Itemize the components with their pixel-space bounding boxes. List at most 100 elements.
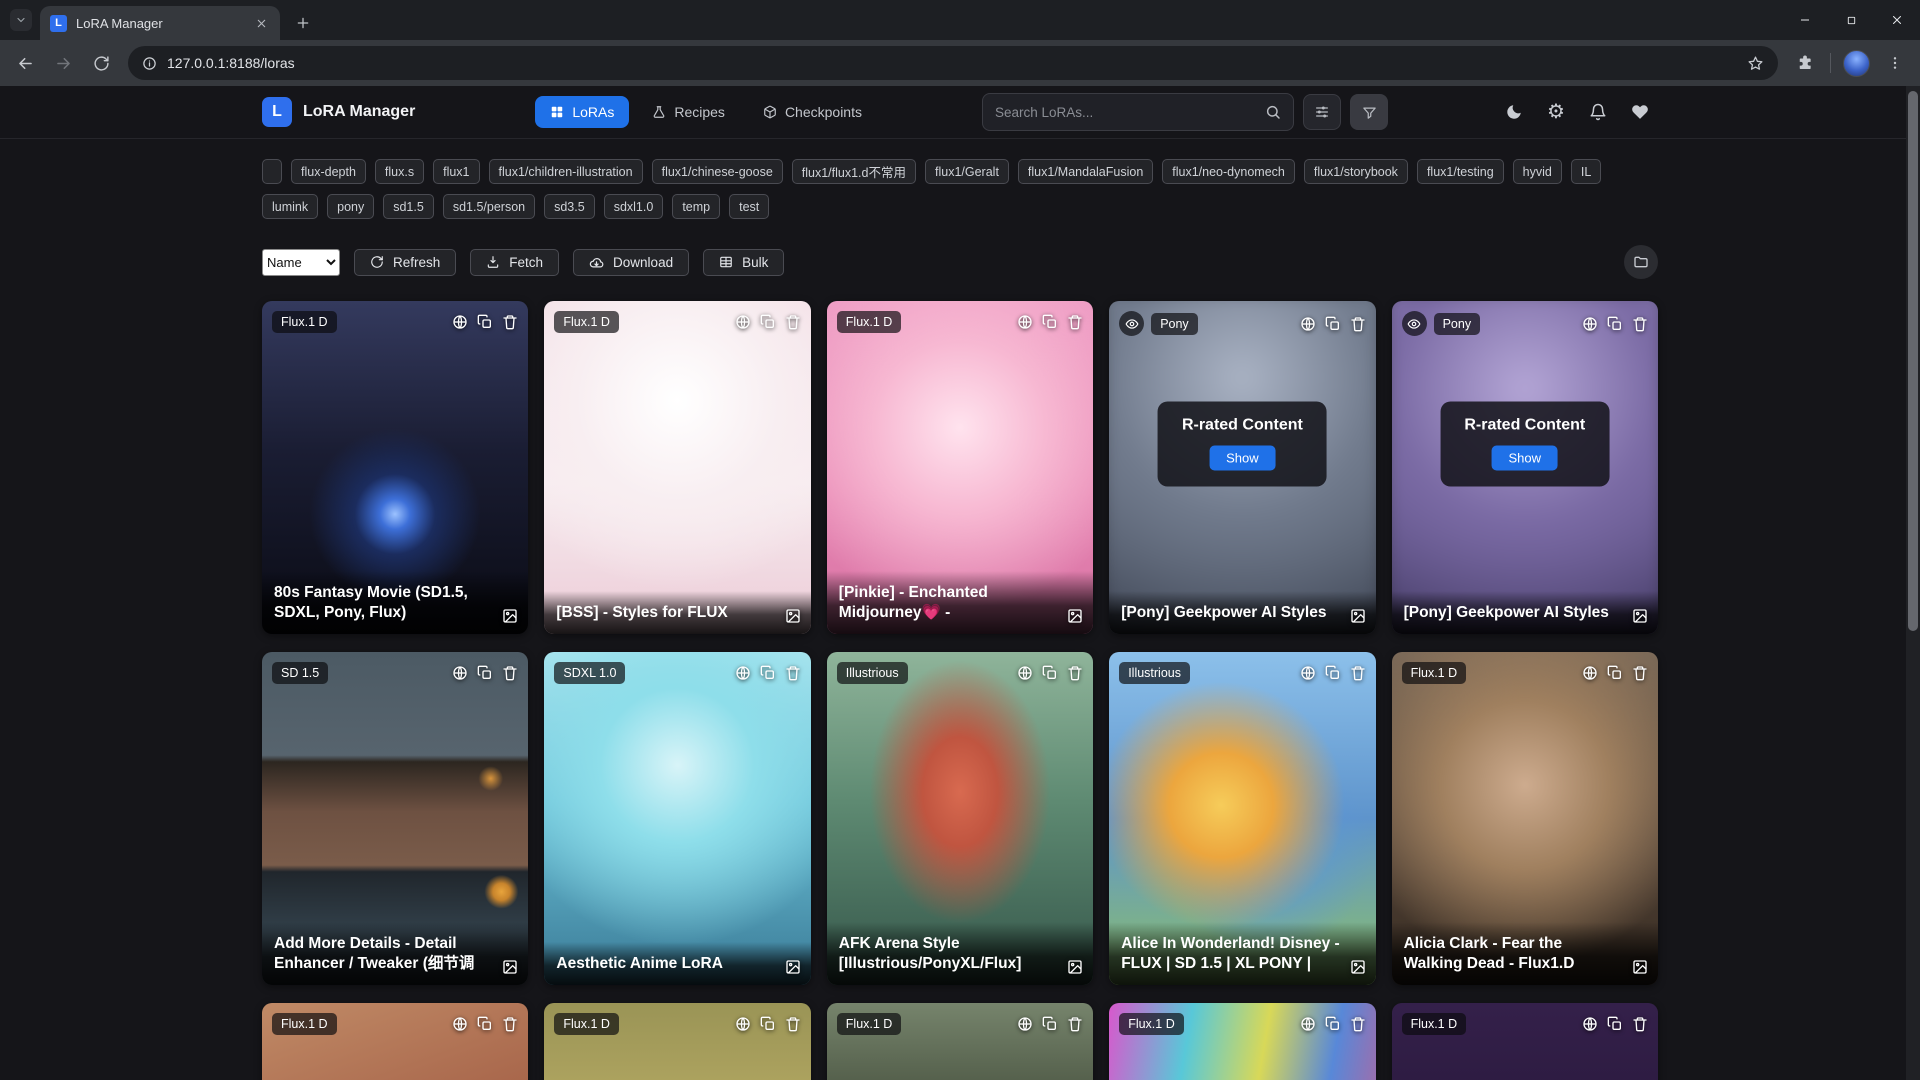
tag-chip[interactable]: flux-depth [291,159,366,184]
globe-icon[interactable] [1300,316,1316,332]
tag-chip[interactable]: lumink [262,194,318,219]
browser-menu-icon[interactable] [1878,46,1912,80]
tag-chip[interactable]: temp [672,194,720,219]
visibility-eye-icon[interactable] [1402,311,1427,336]
settings-button[interactable]: ⚙ [1538,94,1574,130]
back-icon[interactable] [8,46,42,80]
sort-options-button[interactable] [1303,94,1341,130]
search-input[interactable] [995,105,1257,120]
lora-card[interactable]: Illustrious Alice In Wonderland! Disney … [1109,652,1375,985]
globe-icon[interactable] [1582,1016,1598,1032]
trash-icon[interactable] [502,314,518,330]
close-window-button[interactable] [1874,0,1920,40]
profile-avatar[interactable] [1843,50,1870,77]
lora-card[interactable]: Pony R-rated Content Show [Pony] Geekpow… [1392,301,1658,634]
trash-icon[interactable] [1350,665,1366,681]
extensions-icon[interactable] [1788,46,1822,80]
trash-icon[interactable] [1632,1016,1648,1032]
forward-icon[interactable] [46,46,80,80]
trash-icon[interactable] [1350,1016,1366,1032]
globe-icon[interactable] [1300,665,1316,681]
image-icon[interactable] [785,608,801,624]
image-icon[interactable] [1350,608,1366,624]
sort-select[interactable]: Name [262,249,340,276]
browser-tab[interactable]: L LoRA Manager [40,6,280,40]
trash-icon[interactable] [785,1016,801,1032]
lora-card[interactable]: Flux.1 D [Pinkie] - Enchanted Midjourney… [827,301,1093,634]
copy-icon[interactable] [477,665,493,681]
copy-icon[interactable] [1325,316,1341,332]
tag-chip[interactable]: hyvid [1513,159,1562,184]
globe-icon[interactable] [452,314,468,330]
lora-card[interactable]: Illustrious AFK Arena Style [Illustrious… [827,652,1093,985]
page-scrollbar[interactable] [1906,86,1920,1080]
copy-icon[interactable] [477,1016,493,1032]
tag-chip[interactable]: flux1/Geralt [925,159,1009,184]
tag-chip[interactable]: flux1/storybook [1304,159,1408,184]
tab-loras[interactable]: LoRAs [535,96,629,128]
visibility-eye-icon[interactable] [1119,311,1144,336]
bulk-button[interactable]: Bulk [703,249,784,276]
tag-chip[interactable]: flux1/flux1.d不常用 [792,159,916,184]
bookmark-star-icon[interactable] [1747,55,1764,72]
tab-close-icon[interactable] [252,14,270,32]
image-icon[interactable] [1632,959,1648,975]
globe-icon[interactable] [735,1016,751,1032]
globe-icon[interactable] [452,1016,468,1032]
notifications-button[interactable] [1580,94,1616,130]
filter-button[interactable] [1350,94,1388,130]
tag-chip[interactable] [262,159,282,184]
show-button[interactable]: Show [1492,446,1559,471]
trash-icon[interactable] [1350,316,1366,332]
globe-icon[interactable] [1017,665,1033,681]
tag-chip[interactable]: IL [1571,159,1601,184]
globe-icon[interactable] [1017,314,1033,330]
trash-icon[interactable] [502,665,518,681]
globe-icon[interactable] [1582,316,1598,332]
tag-chip[interactable]: flux1/neo-dynomech [1162,159,1295,184]
tag-chip[interactable]: test [729,194,769,219]
tag-chip[interactable]: flux1/children-illustration [489,159,643,184]
lora-card[interactable]: Flux.1 D [827,1003,1093,1080]
copy-icon[interactable] [477,314,493,330]
lora-card[interactable]: Pony R-rated Content Show [Pony] Geekpow… [1109,301,1375,634]
copy-icon[interactable] [1607,665,1623,681]
globe-icon[interactable] [735,314,751,330]
tag-chip[interactable]: sdxl1.0 [604,194,664,219]
trash-icon[interactable] [1067,665,1083,681]
copy-icon[interactable] [760,314,776,330]
tag-chip[interactable]: flux1/MandalaFusion [1018,159,1153,184]
lora-card[interactable]: Flux.1 D Alicia Clark - Fear the Walking… [1392,652,1658,985]
folder-tree-button[interactable] [1624,245,1658,279]
copy-icon[interactable] [1042,314,1058,330]
globe-icon[interactable] [735,665,751,681]
globe-icon[interactable] [1017,1016,1033,1032]
tag-chip[interactable]: flux.s [375,159,424,184]
tag-chip[interactable]: flux1 [433,159,479,184]
copy-icon[interactable] [1607,1016,1623,1032]
trash-icon[interactable] [1632,316,1648,332]
globe-icon[interactable] [1582,665,1598,681]
show-button[interactable]: Show [1209,446,1276,471]
image-icon[interactable] [1350,959,1366,975]
maximize-button[interactable] [1828,0,1874,40]
image-icon[interactable] [502,959,518,975]
lora-card[interactable]: SDXL 1.0 Aesthetic Anime LoRA [544,652,810,985]
lora-card[interactable]: SD 1.5 Add More Details - Detail Enhance… [262,652,528,985]
reload-icon[interactable] [84,46,118,80]
lora-card[interactable]: Flux.1 D 80s Fantasy Movie (SD1.5, SDXL,… [262,301,528,634]
globe-icon[interactable] [1300,1016,1316,1032]
trash-icon[interactable] [1067,1016,1083,1032]
lora-card[interactable]: Flux.1 D [1109,1003,1375,1080]
copy-icon[interactable] [760,665,776,681]
image-icon[interactable] [1067,608,1083,624]
minimize-button[interactable] [1782,0,1828,40]
copy-icon[interactable] [760,1016,776,1032]
lora-card[interactable]: Flux.1 D [BSS] - Styles for FLUX [544,301,810,634]
trash-icon[interactable] [1632,665,1648,681]
tag-chip[interactable]: sd1.5 [383,194,434,219]
tab-recipes[interactable]: Recipes [637,96,740,128]
lora-card[interactable]: Flux.1 D [262,1003,528,1080]
site-info-icon[interactable] [142,56,157,71]
copy-icon[interactable] [1325,665,1341,681]
